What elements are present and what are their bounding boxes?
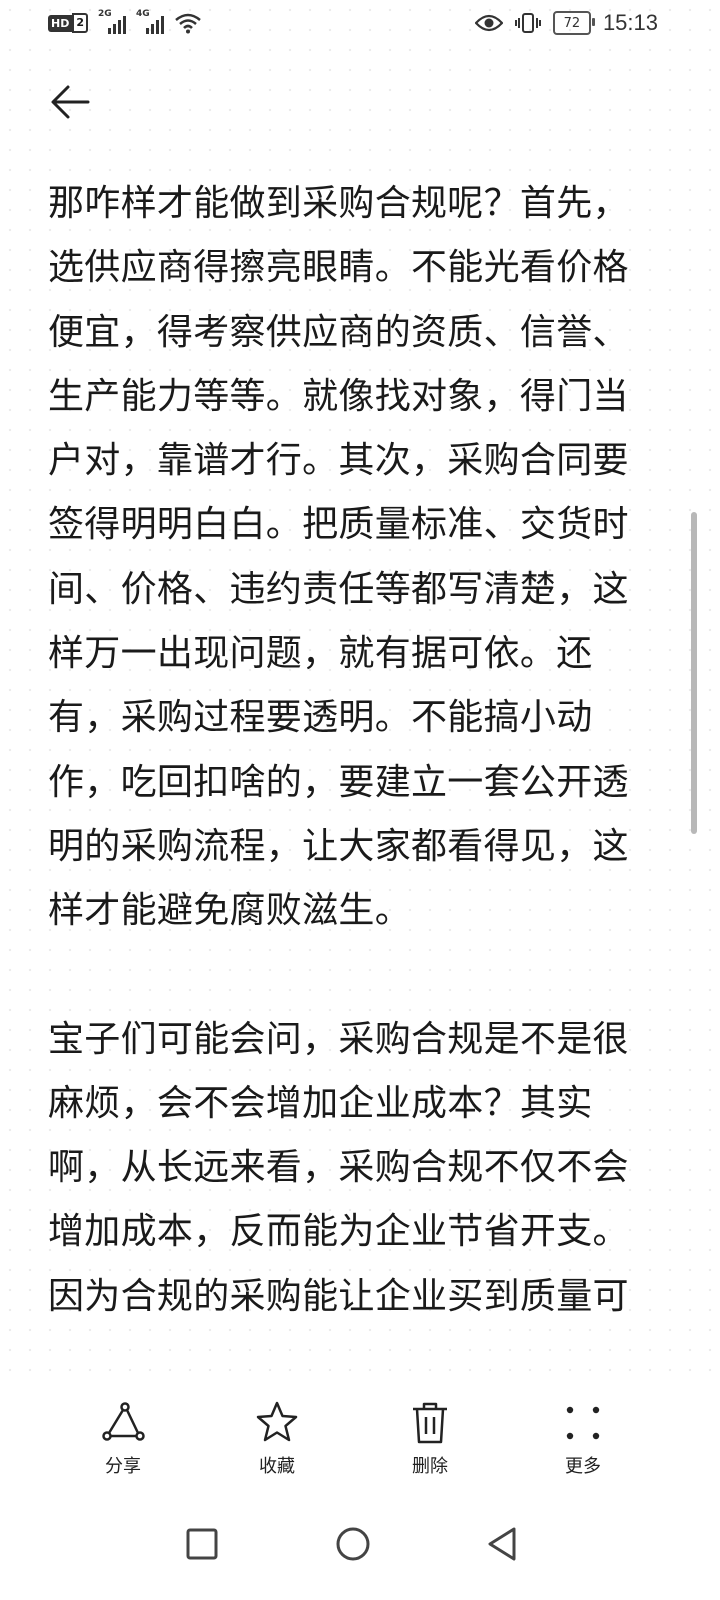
delete-label: 删除 <box>412 1456 448 1477</box>
article-body: 那咋样才能做到采购合规呢？首先，选供应商得擦亮眼睛。不能光看价格便宜，得考察供应… <box>48 172 648 1329</box>
recents-icon <box>186 1528 218 1560</box>
more-button[interactable]: 更多 <box>523 1400 643 1478</box>
share-label: 分享 <box>105 1456 141 1477</box>
arrow-left-icon <box>51 85 90 119</box>
article-paragraph: 宝子们可能会问，采购合规是不是很麻烦，会不会增加企业成本？其实啊，从长远来看，采… <box>48 1018 629 1317</box>
hd-badge: HD 2 <box>48 12 88 34</box>
battery-indicator: 72 <box>552 11 595 35</box>
more-dots-icon <box>566 1406 600 1440</box>
hd-label: HD <box>48 14 73 32</box>
status-time: 15:13 <box>602 10 658 35</box>
scrollbar[interactable] <box>691 512 697 834</box>
vibrate-icon <box>514 13 541 33</box>
back-nav-button[interactable] <box>470 1512 534 1576</box>
signal-2g-label: 2G <box>98 9 112 19</box>
hd-number: 2 <box>72 13 88 33</box>
system-nav-bar <box>0 1488 720 1600</box>
star-icon <box>256 1401 298 1442</box>
home-button[interactable] <box>321 1512 385 1576</box>
more-label: 更多 <box>565 1456 601 1477</box>
recents-button[interactable] <box>170 1512 234 1576</box>
signal-4g-label: 4G <box>136 9 150 19</box>
share-button[interactable]: 分享 <box>63 1400 183 1478</box>
wifi-icon <box>175 13 201 34</box>
trash-icon <box>413 1402 447 1444</box>
share-icon <box>102 1402 145 1441</box>
eye-icon <box>474 14 503 32</box>
status-right: 72 15:13 <box>474 10 658 36</box>
signal-4g: 4G <box>136 9 164 34</box>
home-icon <box>336 1527 370 1561</box>
battery-level: 72 <box>563 15 581 31</box>
back-button[interactable] <box>46 78 94 126</box>
status-bar: HD 2 2G 4G 72 15:13 <box>0 0 720 50</box>
delete-button[interactable]: 删除 <box>370 1400 490 1478</box>
bottom-toolbar: 分享 收藏 删除 更多 <box>0 1388 720 1488</box>
signal-2g: 2G <box>98 9 126 34</box>
article-paragraph: 那咋样才能做到采购合规呢？首先，选供应商得擦亮眼睛。不能光看价格便宜，得考察供应… <box>48 183 629 932</box>
favorite-label: 收藏 <box>259 1456 295 1477</box>
favorite-button[interactable]: 收藏 <box>217 1400 337 1478</box>
back-nav-icon <box>488 1527 516 1561</box>
status-left: HD 2 2G 4G <box>48 9 202 34</box>
